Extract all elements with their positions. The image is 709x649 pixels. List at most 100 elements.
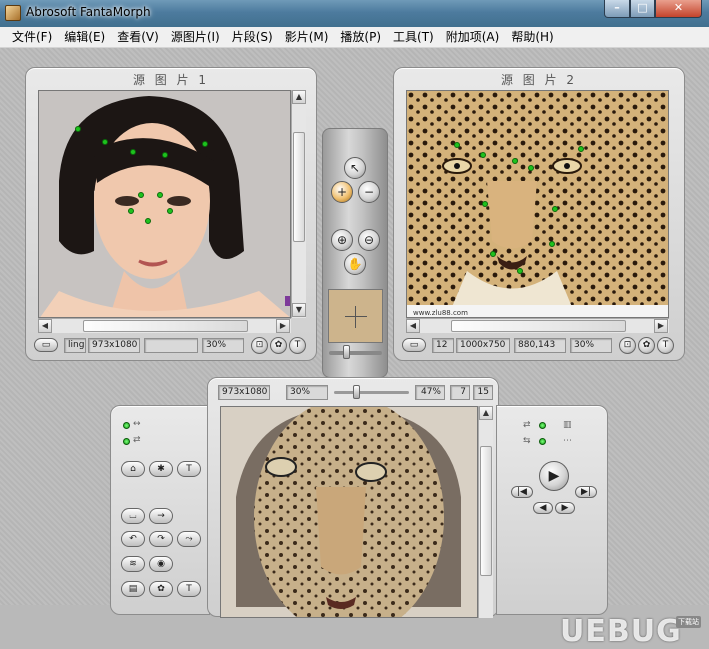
tool-button[interactable]: ✱ [149, 461, 173, 477]
maximize-button[interactable]: □ [630, 0, 655, 18]
control-point[interactable] [162, 152, 168, 158]
control-point[interactable] [517, 268, 523, 274]
morph-percent: 47% [415, 385, 445, 400]
tool-button[interactable]: ↶ [121, 531, 145, 547]
control-point[interactable] [482, 201, 488, 207]
scroll-thumb[interactable] [293, 132, 305, 242]
image-2-zoom-select[interactable]: 30% [570, 338, 612, 353]
control-point[interactable] [512, 158, 518, 164]
scroll-thumb[interactable] [83, 320, 248, 332]
control-point[interactable] [490, 251, 496, 257]
next-frame-icon[interactable]: ▶ [555, 502, 575, 514]
morph-preview-image[interactable] [220, 406, 478, 618]
tool-button[interactable]: ⤳ [177, 531, 201, 547]
tool-button[interactable]: ⌴ [121, 508, 145, 524]
menu-file[interactable]: 文件(F) [6, 27, 58, 47]
scroll-left-icon[interactable]: ◀ [406, 319, 420, 333]
zoom-out-icon[interactable]: ⊖ [358, 229, 380, 251]
control-point[interactable] [128, 208, 134, 214]
image-1-zoom-select[interactable]: 30% [202, 338, 244, 353]
tool-button[interactable]: ≋ [121, 556, 145, 572]
control-point[interactable] [138, 192, 144, 198]
hand-icon[interactable]: ✋ [344, 253, 366, 275]
menu-tools[interactable]: 工具(T) [387, 27, 440, 47]
menu-view[interactable]: 查看(V) [111, 27, 165, 47]
zoom-in-icon[interactable]: ⊕ [331, 229, 353, 251]
menu-edit[interactable]: 编辑(E) [58, 27, 111, 47]
control-point[interactable] [549, 241, 555, 247]
menu-play[interactable]: 播放(P) [334, 27, 387, 47]
last-frame-icon[interactable]: ▶| [575, 486, 597, 498]
scroll-thumb[interactable] [451, 320, 626, 332]
control-point[interactable] [202, 141, 208, 147]
morph-slider[interactable] [334, 391, 409, 394]
image-2-coords: 880,143 [514, 338, 566, 353]
settings-icon[interactable]: ✿ [149, 581, 173, 597]
scroll-left-icon[interactable]: ◀ [38, 319, 52, 333]
text-icon[interactable]: T [177, 581, 201, 597]
prev-frame-icon[interactable]: ◀ [533, 502, 553, 514]
watermark-subtitle: 下载站 [676, 616, 701, 628]
menu-movie[interactable]: 影片(M) [279, 27, 335, 47]
close-button[interactable]: ✕ [655, 0, 702, 18]
control-point[interactable] [157, 192, 163, 198]
scroll-down-icon[interactable]: ▼ [292, 303, 306, 317]
fit-icon[interactable]: ⊡ [619, 337, 636, 354]
control-point[interactable] [528, 165, 534, 171]
remove-point-icon[interactable]: − [358, 181, 380, 203]
menu-source-image[interactable]: 源图片(I) [165, 27, 226, 47]
control-point[interactable] [578, 146, 584, 152]
text-icon[interactable]: T [177, 461, 201, 477]
settings-icon[interactable]: ✿ [638, 337, 655, 354]
control-point[interactable] [145, 218, 151, 224]
preview-vertical-scrollbar[interactable]: ▲ [478, 406, 493, 618]
open-image-1-button[interactable]: ▭ [34, 338, 58, 352]
source-image-2[interactable]: www.zlu88.com [406, 90, 669, 318]
scroll-right-icon[interactable]: ▶ [276, 319, 290, 333]
tool-button[interactable]: ▤ [121, 581, 145, 597]
minimize-button[interactable]: – [604, 0, 630, 18]
control-point[interactable] [167, 208, 173, 214]
scroll-up-icon[interactable]: ▲ [479, 406, 493, 420]
control-point[interactable] [480, 152, 486, 158]
arrow-right-icon[interactable]: → [149, 508, 173, 524]
control-point[interactable] [102, 139, 108, 145]
source-image-2-panel: 源 图 片 2 www.zlu88.com ◀ ▶ ▭ 12 1000x750 … [393, 67, 685, 361]
tool-button[interactable]: ⌂ [121, 461, 145, 477]
menu-segment[interactable]: 片段(S) [226, 27, 279, 47]
control-point[interactable] [552, 206, 558, 212]
morph-slider-thumb[interactable] [353, 385, 360, 399]
preview-zoom-select[interactable]: 30% [286, 385, 328, 400]
play-icon[interactable]: ▶ [539, 461, 569, 491]
scroll-right-icon[interactable]: ▶ [654, 319, 668, 333]
navigator-thumbnail[interactable] [328, 289, 383, 343]
eye-icon[interactable]: ◉ [149, 556, 173, 572]
image-2-size: 1000x750 [456, 338, 510, 353]
source-image-1[interactable] [38, 90, 291, 318]
scroll-thumb[interactable] [480, 446, 492, 576]
menu-help[interactable]: 帮助(H) [505, 27, 559, 47]
first-frame-icon[interactable]: |◀ [511, 486, 533, 498]
pointer-icon[interactable]: ↖ [344, 157, 366, 179]
tool-button[interactable]: ↷ [149, 531, 173, 547]
control-point[interactable] [454, 142, 460, 148]
navigator-zoom-slider[interactable] [329, 351, 382, 355]
control-point[interactable] [75, 126, 81, 132]
control-point[interactable] [130, 149, 136, 155]
indicator-label: ⇄ [133, 435, 141, 445]
left-control-panel: ↔ ⇄ ⌂ ✱ T ⌴ → ↶ ↷ ⤳ ≋ ◉ ▤ ✿ T [110, 405, 210, 615]
settings-icon[interactable]: ✿ [270, 337, 287, 354]
source-1-vertical-scrollbar[interactable]: ▲ ▼ [291, 90, 306, 318]
text-icon[interactable]: T [289, 337, 306, 354]
source-2-horizontal-scrollbar[interactable]: ◀ ▶ [406, 318, 669, 333]
menu-addons[interactable]: 附加项(A) [440, 27, 506, 47]
fit-icon[interactable]: ⊡ [251, 337, 268, 354]
scroll-up-icon[interactable]: ▲ [292, 90, 306, 104]
indicator-led [539, 422, 546, 429]
text-icon[interactable]: T [657, 337, 674, 354]
add-point-icon[interactable]: + [331, 181, 353, 203]
open-image-2-button[interactable]: ▭ [402, 338, 426, 352]
watermark-logo: UEBUG [560, 614, 682, 649]
source-1-horizontal-scrollbar[interactable]: ◀ ▶ [38, 318, 291, 333]
slider-thumb[interactable] [343, 345, 350, 359]
